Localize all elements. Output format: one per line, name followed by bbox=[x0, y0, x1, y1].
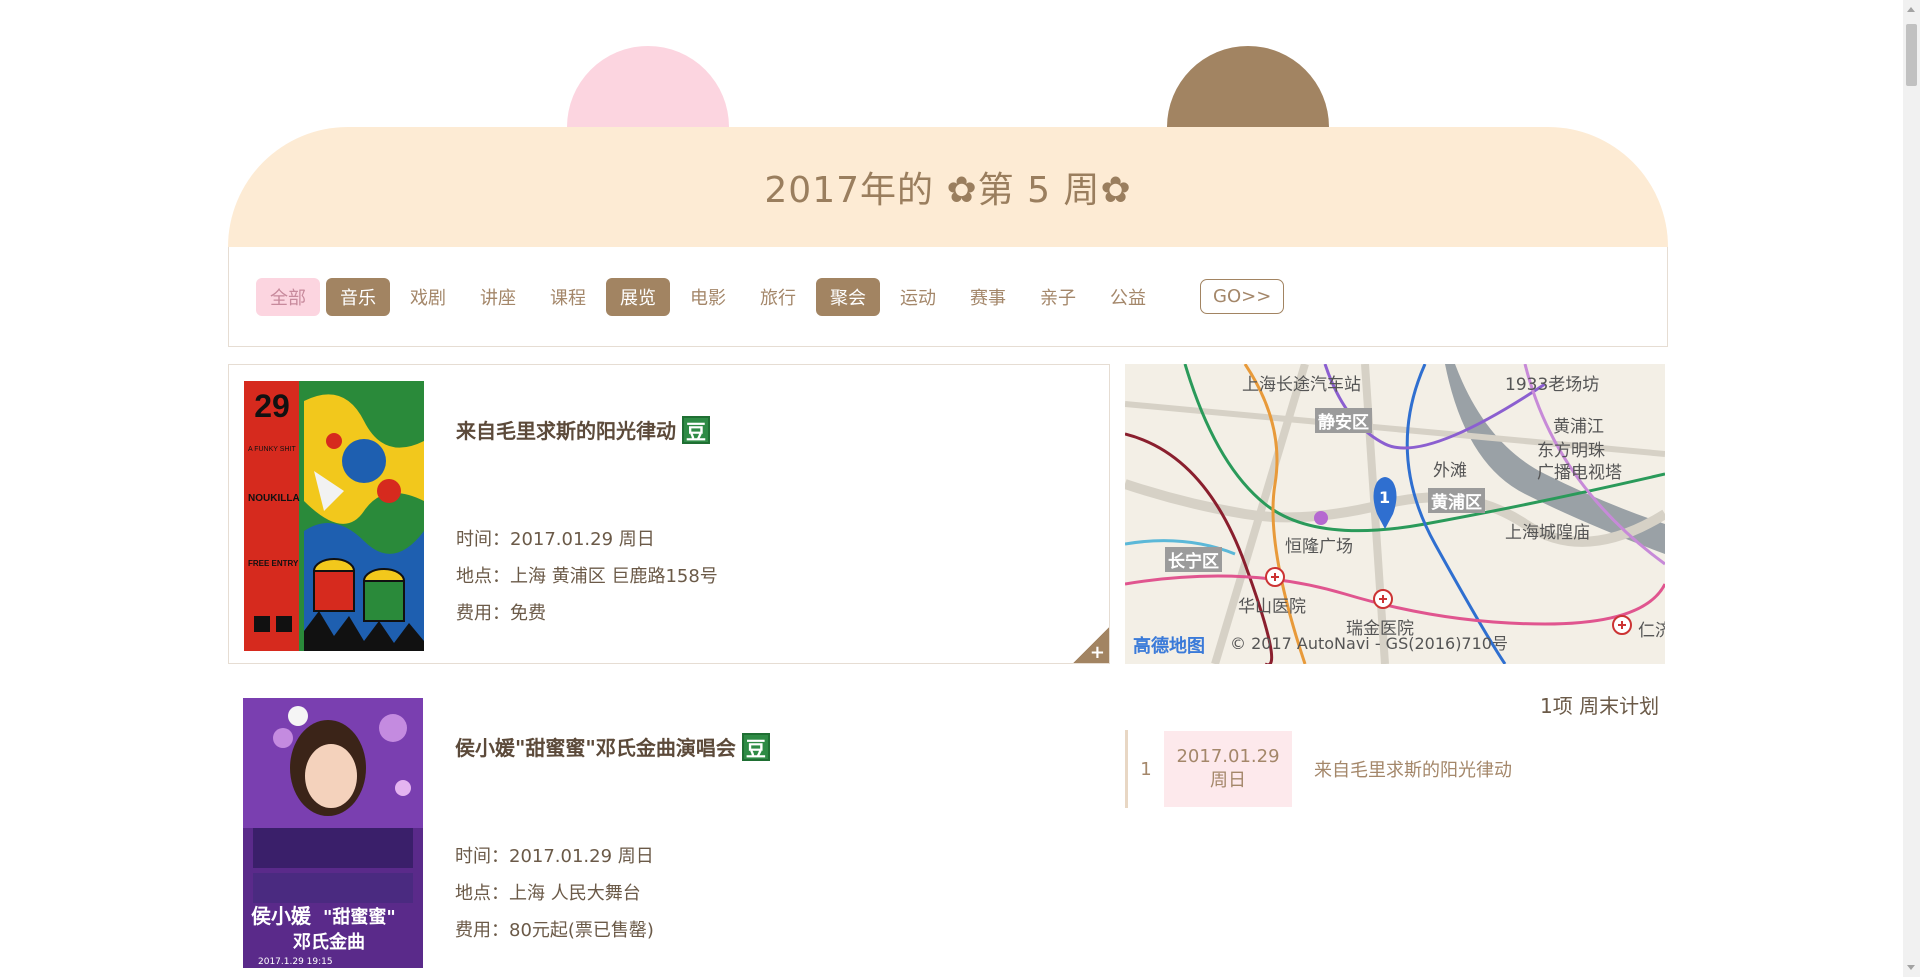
event-poster[interactable]: 29 A FUNKY SHIT NOUKILLA FREE ENTRY bbox=[244, 381, 424, 651]
svg-text:2017.1.29 19:15: 2017.1.29 19:15 bbox=[258, 957, 333, 967]
svg-text:NOUKILLA: NOUKILLA bbox=[248, 493, 300, 504]
plus-icon: + bbox=[1089, 642, 1105, 663]
category-drama[interactable]: 戏剧 bbox=[396, 278, 460, 316]
scroll-thumb[interactable] bbox=[1906, 24, 1917, 86]
map-copyright: © 2017 AutoNavi - GS(2016)710号 bbox=[1230, 634, 1508, 653]
week-text: 第 5 周 bbox=[977, 170, 1101, 211]
map-label: 外滩 bbox=[1433, 461, 1467, 481]
category-lecture[interactable]: 讲座 bbox=[466, 278, 530, 316]
map-district: 静安区 bbox=[1315, 408, 1372, 433]
svg-text:A FUNKY SHIT: A FUNKY SHIT bbox=[248, 446, 296, 453]
scroll-down-icon[interactable] bbox=[1907, 965, 1915, 970]
category-exhibition[interactable]: 展览 bbox=[606, 277, 670, 316]
map-label: 华山医院 bbox=[1238, 597, 1306, 617]
add-to-plan-button[interactable]: + bbox=[1073, 627, 1109, 663]
page-title: 2017年的 ✿第 5 周✿ bbox=[764, 161, 1131, 213]
map-label: 黄浦江 bbox=[1553, 417, 1604, 437]
map-label: 上海城隍庙 bbox=[1505, 523, 1590, 543]
plan-row[interactable]: 1 2017.01.29 周日 来自毛里求斯的阳光律动 bbox=[1125, 730, 1665, 808]
svg-text:FREE ENTRY: FREE ENTRY bbox=[248, 559, 299, 568]
event-time: 时间：2017.01.29 周日 bbox=[456, 529, 655, 550]
category-bar: 全部 音乐 戏剧 讲座 课程 展览 电影 旅行 聚会 运动 赛事 亲子 公益 G… bbox=[228, 247, 1668, 347]
year-text: 2017年的 bbox=[764, 170, 935, 211]
plan-count: 1项 周末计划 bbox=[1540, 694, 1660, 718]
map-district: 黄浦区 bbox=[1428, 488, 1485, 513]
category-match[interactable]: 赛事 bbox=[956, 278, 1020, 316]
category-family[interactable]: 亲子 bbox=[1026, 278, 1090, 316]
map-pin-number[interactable]: 1 bbox=[1379, 488, 1390, 507]
event-title-text[interactable]: 侯小媛"甜蜜蜜"邓氏金曲演唱会 bbox=[455, 732, 736, 761]
svg-text:"甜蜜蜜": "甜蜜蜜" bbox=[323, 906, 396, 928]
map-district: 长宁区 bbox=[1165, 547, 1222, 572]
event-poster[interactable]: 侯小媛 "甜蜜蜜" 邓氏金曲 2017.1.29 19:15 bbox=[243, 698, 423, 968]
svg-text:邓氏金曲: 邓氏金曲 bbox=[293, 931, 365, 953]
douban-badge-icon[interactable]: 豆 bbox=[741, 732, 770, 761]
category-sports[interactable]: 运动 bbox=[886, 278, 950, 316]
week-header: 2017年的 ✿第 5 周✿ bbox=[228, 127, 1668, 247]
map-label: 仁济 bbox=[1638, 621, 1665, 641]
category-course[interactable]: 课程 bbox=[536, 278, 600, 316]
map-label: 广播电视塔 bbox=[1537, 463, 1622, 483]
category-movie[interactable]: 电影 bbox=[676, 278, 740, 316]
plan-date-text: 2017.01.29 bbox=[1176, 745, 1280, 767]
plan-date: 2017.01.29 周日 bbox=[1164, 731, 1292, 807]
flower-icon: ✿ bbox=[946, 170, 978, 211]
event-place: 地点：上海 人民大舞台 bbox=[455, 883, 641, 904]
category-charity[interactable]: 公益 bbox=[1096, 278, 1160, 316]
map-logo: 高德地图 bbox=[1133, 636, 1205, 657]
svg-text:侯小媛: 侯小媛 bbox=[251, 904, 312, 928]
plan-title-link[interactable]: 来自毛里求斯的阳光律动 bbox=[1314, 756, 1512, 782]
event-place: 地点：上海 黄浦区 巨鹿路158号 bbox=[456, 566, 718, 587]
map-label: 1933老场坊 bbox=[1505, 375, 1600, 395]
category-travel[interactable]: 旅行 bbox=[746, 278, 810, 316]
go-button[interactable]: GO>> bbox=[1200, 279, 1285, 314]
flower-icon: ✿ bbox=[1100, 170, 1132, 211]
category-party[interactable]: 聚会 bbox=[816, 277, 880, 316]
event-card[interactable]: 侯小媛 "甜蜜蜜" 邓氏金曲 2017.1.29 19:15 侯小媛"甜蜜蜜"邓… bbox=[228, 682, 1110, 977]
event-title[interactable]: 侯小媛"甜蜜蜜"邓氏金曲演唱会 豆 bbox=[455, 732, 770, 761]
event-title[interactable]: 来自毛里求斯的阳光律动 豆 bbox=[456, 415, 710, 444]
map-label: 上海长途汽车站 bbox=[1242, 375, 1361, 395]
scroll-up-icon[interactable] bbox=[1907, 7, 1915, 12]
plan-index: 1 bbox=[1140, 758, 1152, 780]
event-title-text[interactable]: 来自毛里求斯的阳光律动 bbox=[456, 415, 676, 444]
page-scrollbar[interactable] bbox=[1903, 0, 1920, 977]
event-fee: 费用：免费 bbox=[456, 603, 546, 624]
event-map[interactable]: 上海长途汽车站 1933老场坊 黄浦江 东方明珠 广播电视塔 外滩 恒隆广场 上… bbox=[1125, 364, 1665, 664]
event-fee: 费用：80元起(票已售罄) bbox=[455, 920, 654, 941]
event-card[interactable]: 29 A FUNKY SHIT NOUKILLA FREE ENTRY 来自毛里… bbox=[228, 364, 1110, 664]
category-all[interactable]: 全部 bbox=[256, 277, 320, 316]
plan-weekday: 周日 bbox=[1210, 770, 1246, 791]
svg-text:29: 29 bbox=[254, 388, 290, 424]
douban-badge-icon[interactable]: 豆 bbox=[682, 415, 710, 444]
event-time: 时间：2017.01.29 周日 bbox=[455, 846, 654, 867]
map-label: 恒隆广场 bbox=[1285, 537, 1353, 557]
category-music[interactable]: 音乐 bbox=[326, 277, 390, 316]
